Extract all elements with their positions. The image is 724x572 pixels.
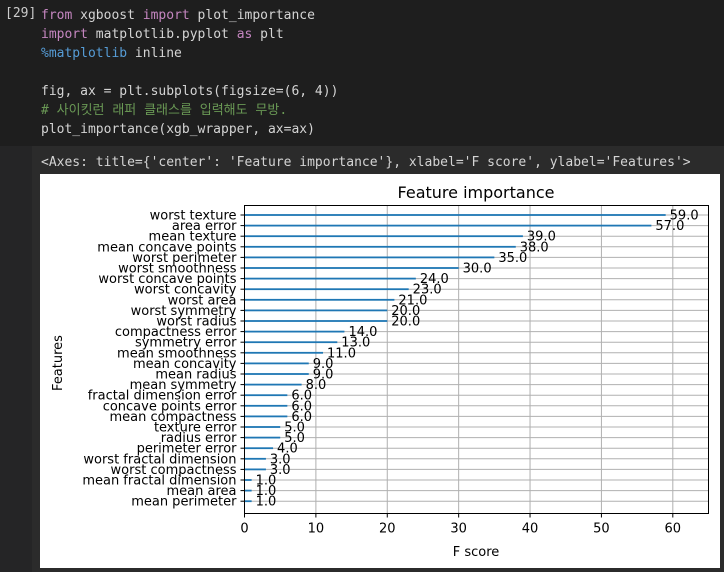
x-tick-label: 0 [240,522,248,537]
code-token: from [41,8,73,23]
x-tick-label: 10 [308,522,325,537]
bar [244,436,281,439]
output-repr: <Axes: title={'center': 'Feature importa… [41,155,691,170]
bar [244,489,252,492]
code-token: inline [127,46,182,61]
x-tick-label: 60 [665,522,682,537]
bar [244,404,288,407]
code-token: # 사이킷런 래퍼 클래스를 입력해도 무방. [41,103,288,118]
bar [244,245,516,248]
value-label: 20.0 [391,315,420,330]
code-line: import matplotlib.pyplot as plt [41,25,338,44]
value-label: 57.0 [655,219,684,234]
code-token: import [41,27,88,42]
y-axis-label: Features [51,335,66,391]
chart-title: Feature importance [398,183,555,202]
bar [244,309,388,312]
bar [244,235,523,238]
bar [244,500,252,503]
code-token: plt [252,27,284,42]
bar [244,267,459,269]
bar [244,468,266,471]
bar [244,341,338,344]
bar [244,426,281,428]
code-token: xgboost [72,8,143,23]
bar [244,214,666,216]
bar [244,351,324,354]
code-token: matplotlib.pyplot [87,27,237,42]
bar [244,320,388,322]
code-line: fig, ax = plt.subplots(figsize=(6, 4)) [41,82,338,101]
bar [244,277,416,280]
feature-importance-chart: Feature importance F score Features 59.0… [51,183,709,560]
bar [244,447,274,450]
bar [244,298,395,301]
x-tick-label: 20 [379,522,396,537]
code-line: from xgboost import plot_importance [41,6,338,25]
value-label: 1.0 [256,495,277,510]
bar [244,362,309,365]
code-token: plot_importance(xgb_wrapper, ax=ax) [41,122,315,137]
bar [244,373,309,375]
bar [244,224,652,227]
bar [244,256,495,259]
x-tick-label: 40 [522,522,539,537]
code-line: plot_importance(xgb_wrapper, ax=ax) [41,120,338,139]
code-editor[interactable]: from xgboost import plot_importance impor… [41,6,338,139]
x-ticks: 0 10 20 30 40 50 60 [240,513,682,537]
code-line: %matplotlib inline [41,44,338,63]
x-tick-label: 50 [593,522,610,537]
code-token: import [142,8,190,23]
value-label: 35.0 [498,251,527,266]
execution-count: [29] [5,6,37,21]
value-label: 30.0 [463,262,492,277]
code-cell[interactable]: [29] from xgboost import plot_importance… [0,0,724,146]
figure: Feature importance F score Features 59.0… [40,174,720,568]
code-token: as [236,27,253,42]
bar [244,479,252,481]
category-label: mean perimeter [131,495,237,510]
bar [244,330,345,333]
value-labels: 59.057.039.038.035.030.024.023.021.020.0… [256,209,699,510]
x-axis-label: F score [453,545,500,560]
bar [244,383,302,386]
output-gutter [0,146,32,572]
bar [244,415,288,418]
code-token: plot_importance [189,8,315,23]
code-token: %matplotlib [41,46,128,61]
category-labels: worst texturearea errormean texturemean … [82,209,245,510]
code-line: # 사이킷런 래퍼 클래스를 입력해도 무방. [41,101,338,120]
x-tick-label: 30 [450,522,467,537]
bar [244,288,409,291]
bar [244,457,266,460]
code-token: fig, ax = plt.subplots(figsize=(6, 4)) [41,84,339,99]
bar [244,394,288,397]
